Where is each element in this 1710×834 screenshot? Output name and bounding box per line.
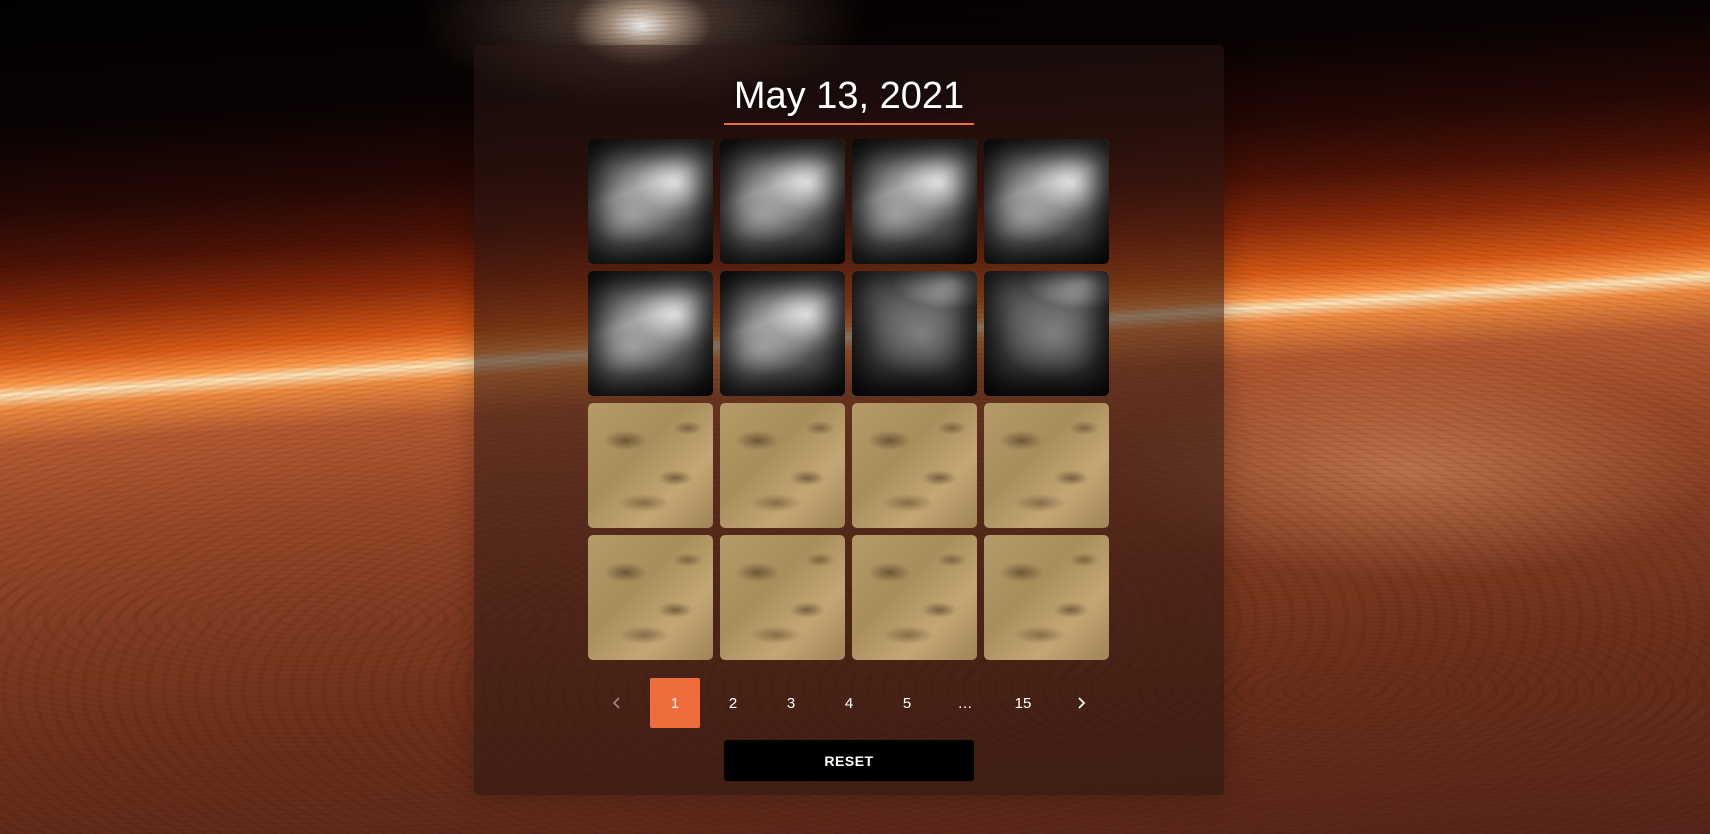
pagination: 1 2 3 4 5 … 15 (474, 678, 1224, 728)
photo-thumbnail[interactable] (720, 535, 845, 660)
photo-thumbnail[interactable] (588, 139, 713, 264)
photo-thumbnail[interactable] (984, 403, 1109, 528)
page-button-15[interactable]: 15 (998, 678, 1048, 728)
photo-thumbnail[interactable] (720, 403, 845, 528)
page-button-5[interactable]: 5 (882, 678, 932, 728)
photo-thumbnail[interactable] (720, 271, 845, 396)
photo-thumbnail[interactable] (984, 139, 1109, 264)
page-button-4[interactable]: 4 (824, 678, 874, 728)
prev-page-button[interactable] (592, 678, 642, 728)
photo-thumbnail[interactable] (588, 271, 713, 396)
title-underline (724, 123, 974, 125)
photo-thumbnail[interactable] (984, 535, 1109, 660)
reset-button[interactable]: RESET (724, 740, 974, 781)
photo-thumbnail[interactable] (588, 535, 713, 660)
photo-thumbnail[interactable] (852, 403, 977, 528)
date-title: May 13, 2021 (733, 75, 965, 117)
photo-thumbnail[interactable] (852, 271, 977, 396)
page-button-1[interactable]: 1 (650, 678, 700, 728)
page-ellipsis[interactable]: … (940, 678, 990, 728)
page-button-3[interactable]: 3 (766, 678, 816, 728)
photo-thumbnail[interactable] (852, 535, 977, 660)
chevron-right-icon (1078, 697, 1086, 709)
next-page-button[interactable] (1056, 678, 1106, 728)
photo-grid (588, 139, 1110, 660)
photo-thumbnail[interactable] (852, 139, 977, 264)
photo-panel: May 13, 2021 1 2 3 4 5 … 15 RESET (474, 45, 1224, 795)
photo-thumbnail[interactable] (588, 403, 713, 528)
page-button-2[interactable]: 2 (708, 678, 758, 728)
photo-thumbnail[interactable] (720, 139, 845, 264)
photo-thumbnail[interactable] (984, 271, 1109, 396)
chevron-left-icon (612, 697, 620, 709)
